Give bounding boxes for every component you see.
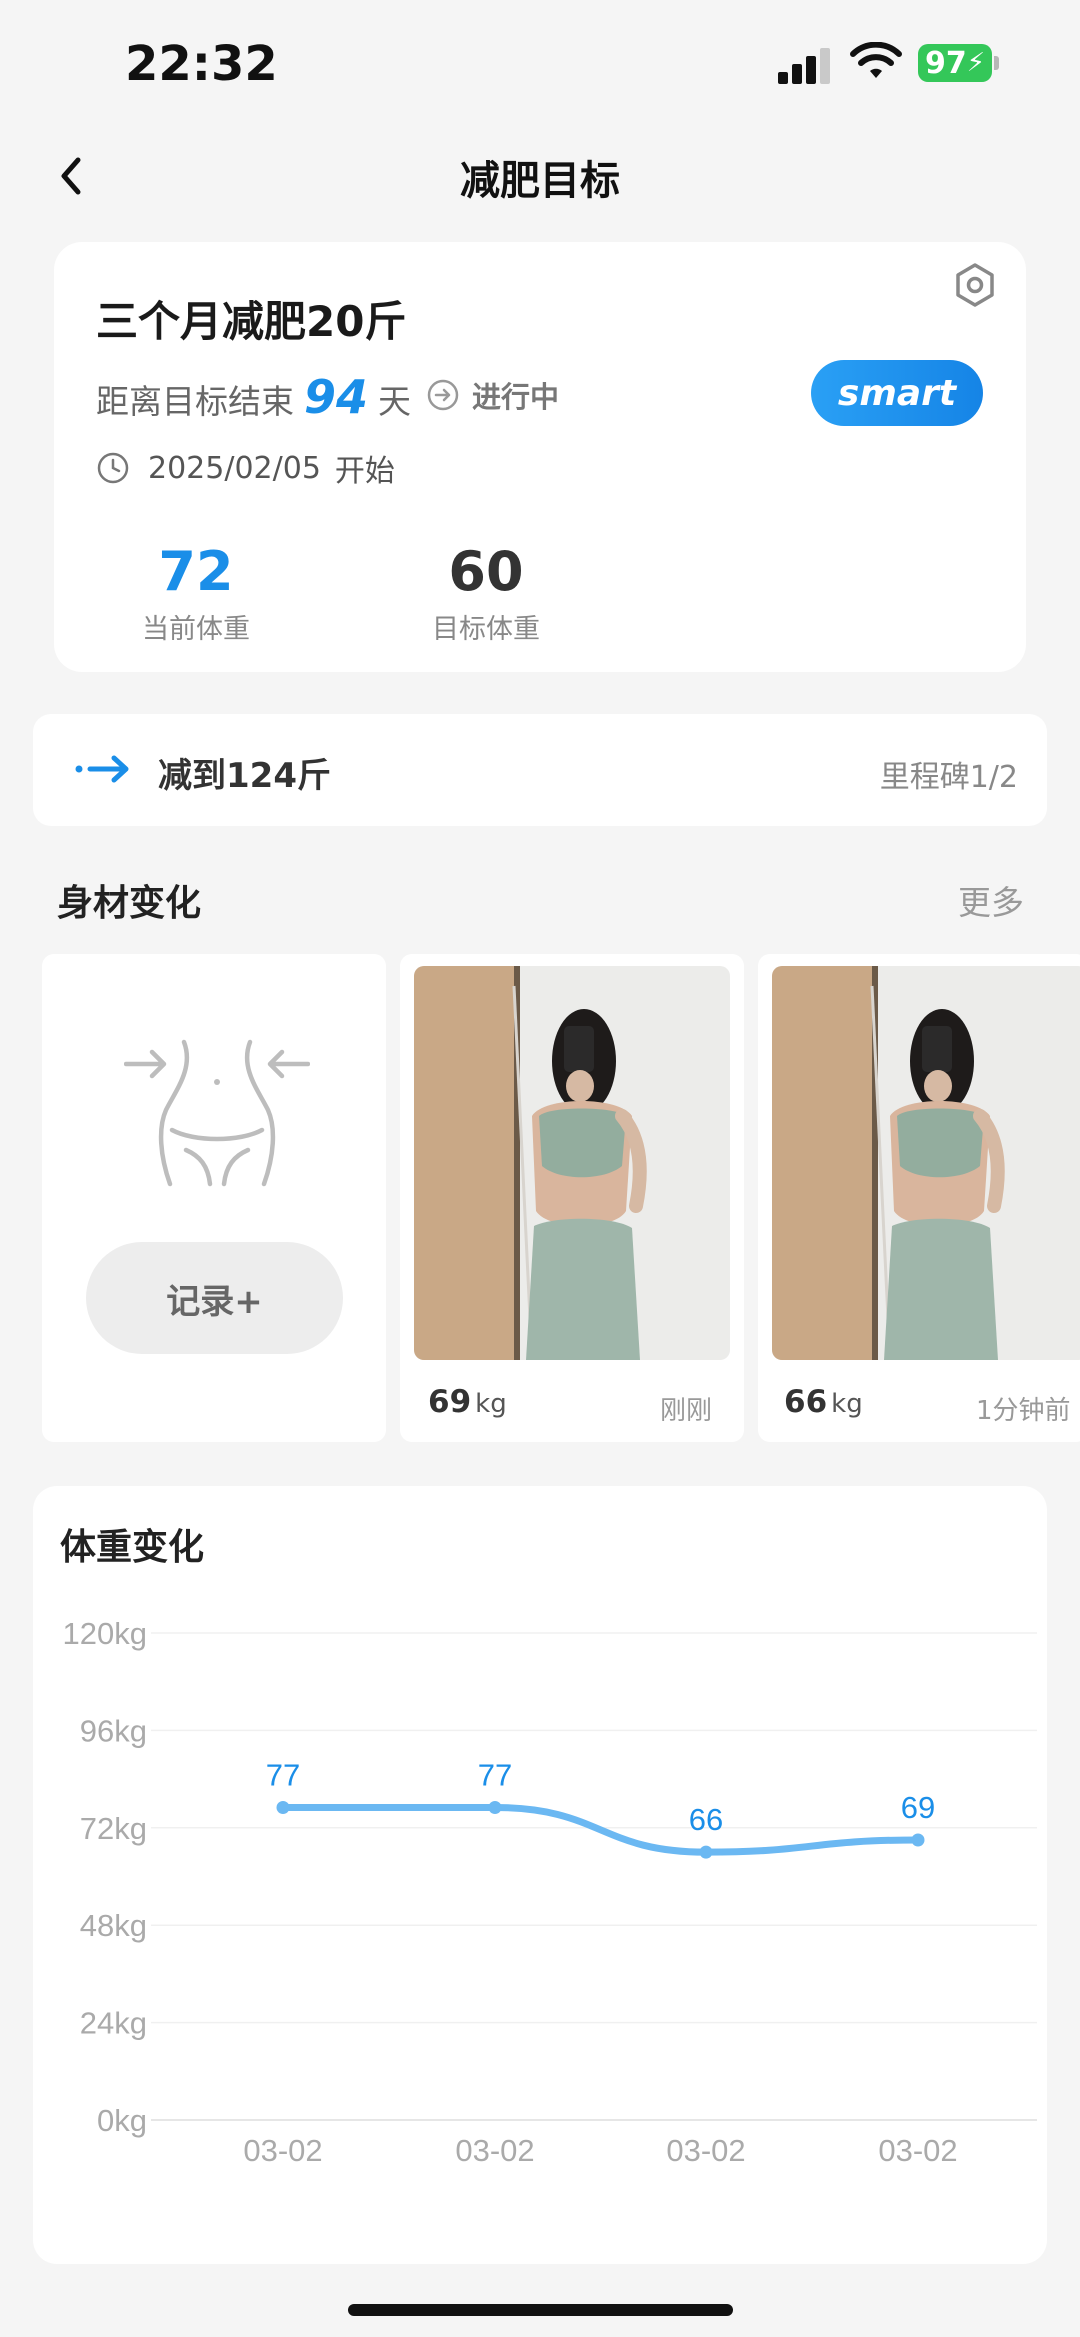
photo-weight-value: 69 <box>428 1384 472 1420</box>
data-point <box>488 1801 502 1815</box>
y-tick-label: 48kg <box>80 1908 147 1943</box>
body-photo[interactable] <box>414 966 730 1360</box>
page-title: 减肥目标 <box>460 158 620 204</box>
y-tick-label: 24kg <box>80 2006 147 2041</box>
body-changes-title: 身材变化 <box>57 883 202 924</box>
countdown: 距离目标结束 94 天 <box>96 370 411 424</box>
photo-weight-unit: kg <box>831 1389 863 1419</box>
countdown-suffix: 天 <box>378 382 412 421</box>
photo-weight: 69 kg <box>428 1384 507 1420</box>
smart-button[interactable]: smart <box>811 360 983 426</box>
start-date: 2025/02/05 <box>148 450 321 486</box>
weight-chart: 120kg 96kg 72kg 48kg 24kg 0kg 77 03-02 77 03-02 66… <box>63 1616 1037 2168</box>
start-label: 开始 <box>334 454 395 489</box>
data-point <box>699 1845 713 1859</box>
milestone-text: 减到124斤 <box>158 756 331 796</box>
settings-icon[interactable] <box>950 260 1000 310</box>
current-weight-value: 72 <box>158 540 234 603</box>
record-card <box>42 954 386 1442</box>
clock-icon <box>97 452 129 484</box>
data-label: 77 <box>478 1758 512 1793</box>
countdown-prefix: 距离目标结束 <box>96 382 294 421</box>
battery-level: 97 <box>924 45 967 81</box>
signal-icon <box>778 46 834 84</box>
data-label: 77 <box>266 1758 300 1793</box>
photo-weight-unit: kg <box>475 1389 507 1419</box>
data-label: 66 <box>689 1802 723 1837</box>
target-weight-value: 60 <box>448 540 524 603</box>
goal-status-text: 进行中 <box>472 380 560 414</box>
more-link[interactable]: 更多 <box>958 876 1024 924</box>
photo-time: 1分钟前 <box>976 1396 1071 1426</box>
home-indicator <box>348 2304 733 2316</box>
photo-time: 刚刚 <box>660 1396 713 1426</box>
wifi-icon <box>850 42 902 78</box>
data-label: 69 <box>901 1790 935 1825</box>
x-tick-label: 03-02 <box>455 2133 534 2168</box>
y-tick-label: 96kg <box>80 1713 147 1748</box>
target-weight-stat: 60 目标体重 <box>386 540 586 646</box>
current-weight-label: 当前体重 <box>142 614 250 645</box>
data-point <box>911 1833 925 1847</box>
battery-icon: 97 ⚡ <box>918 44 992 82</box>
arrow-circle-icon <box>427 379 459 411</box>
x-tick-label: 03-02 <box>666 2133 745 2168</box>
y-tick-label: 72kg <box>80 1811 147 1846</box>
x-tick-label: 03-02 <box>878 2133 957 2168</box>
days-left: 94 <box>304 370 369 424</box>
arrow-right-icon <box>75 755 129 783</box>
battery-tip <box>994 56 999 70</box>
status-time: 22:32 <box>125 36 278 92</box>
y-tick-label: 120kg <box>63 1616 147 1651</box>
y-tick-label: 0kg <box>97 2103 147 2138</box>
data-point <box>276 1801 290 1815</box>
goal-status: 进行中 <box>426 374 559 416</box>
weight-line <box>279 1804 922 1856</box>
x-tick-label: 03-02 <box>243 2133 322 2168</box>
photo-weight: 66 kg <box>784 1384 863 1420</box>
body-photo[interactable] <box>772 966 1080 1360</box>
current-weight-stat: 72 当前体重 <box>96 540 296 646</box>
waist-icon <box>124 1039 310 1187</box>
record-button[interactable]: 记录+ <box>86 1242 343 1354</box>
photo-weight-value: 66 <box>784 1384 828 1420</box>
target-weight-label: 目标体重 <box>432 614 540 645</box>
milestone-progress: 里程碑1/2 <box>879 760 1018 795</box>
start-date-row: 2025/02/05 开始 <box>96 446 395 490</box>
goal-title: 三个月减肥20斤 <box>96 297 407 346</box>
